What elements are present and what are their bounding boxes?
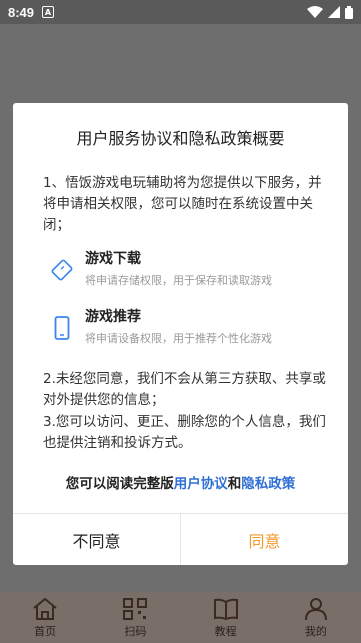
signal-icon bbox=[328, 6, 340, 18]
nav-label-mine: 我的 bbox=[304, 625, 327, 638]
read-prefix: 您可以阅读完整版 bbox=[65, 476, 174, 492]
bottom-navigation: 首页 扫码 教程 我的 bbox=[0, 592, 361, 643]
qr-code-icon bbox=[123, 598, 148, 620]
status-icons bbox=[307, 5, 353, 19]
agreement-links-line: 您可以阅读完整版用户协议和隐私政策 bbox=[13, 472, 348, 492]
status-time: 8:49 bbox=[8, 4, 35, 20]
dialog-title: 用户服务协议和隐私政策概要 bbox=[76, 129, 285, 148]
phone-icon bbox=[51, 314, 73, 342]
intro-text: 1、悟饭游戏电玩辅助将为您提供以下服务，并将申请相关权限，您可以随时在系统设置中… bbox=[43, 175, 322, 233]
permission-desc: 将申请设备权限，用于推荐个性化游戏 bbox=[85, 332, 272, 345]
user-agreement-link[interactable]: 用户协议 bbox=[174, 476, 228, 492]
permission-item-download: 游戏下载 将申请存储权限，用于保存和读取游戏 bbox=[51, 248, 321, 292]
privacy-policy-link[interactable]: 隐私政策 bbox=[241, 476, 295, 492]
nav-item-scan[interactable]: 扫码 bbox=[90, 592, 180, 643]
info-sharing-text: 2.未经您同意，我们不会从第三方获取、共享或对外提供您的信息； bbox=[43, 371, 326, 408]
nav-item-tutorial[interactable]: 教程 bbox=[181, 592, 271, 643]
privacy-dialog: 用户服务协议和隐私政策概要 1、悟饭游戏电玩辅助将为您提供以下服务，并将申请相关… bbox=[13, 103, 348, 565]
user-rights-text: 3.您可以访问、更正、删除您的个人信息，我们也提供注销和投诉方式。 bbox=[43, 414, 326, 451]
agree-button[interactable]: 同意 bbox=[181, 514, 348, 565]
home-icon bbox=[33, 597, 57, 620]
battery-icon bbox=[345, 5, 353, 19]
permission-desc: 将申请存储权限，用于保存和读取游戏 bbox=[85, 274, 272, 287]
book-icon bbox=[213, 598, 238, 621]
nav-label-tutorial: 教程 bbox=[214, 625, 237, 638]
app-notification-icon: A bbox=[42, 6, 55, 18]
nav-label-scan: 扫码 bbox=[124, 625, 147, 638]
nav-label-home: 首页 bbox=[34, 625, 57, 638]
person-icon bbox=[304, 598, 327, 621]
permission-name: 游戏推荐 bbox=[85, 309, 141, 325]
and-text: 和 bbox=[227, 476, 242, 492]
permission-item-recommend: 游戏推荐 将申请设备权限，用于推荐个性化游戏 bbox=[51, 306, 321, 350]
storage-icon bbox=[51, 256, 73, 284]
wifi-icon bbox=[307, 6, 323, 18]
nav-item-home[interactable]: 首页 bbox=[0, 592, 90, 643]
disagree-button[interactable]: 不同意 bbox=[13, 514, 181, 565]
dialog-buttons: 不同意 同意 bbox=[13, 513, 348, 565]
status-bar: 8:49 A bbox=[0, 0, 361, 24]
nav-item-mine[interactable]: 我的 bbox=[271, 592, 361, 643]
permission-name: 游戏下载 bbox=[85, 251, 141, 267]
